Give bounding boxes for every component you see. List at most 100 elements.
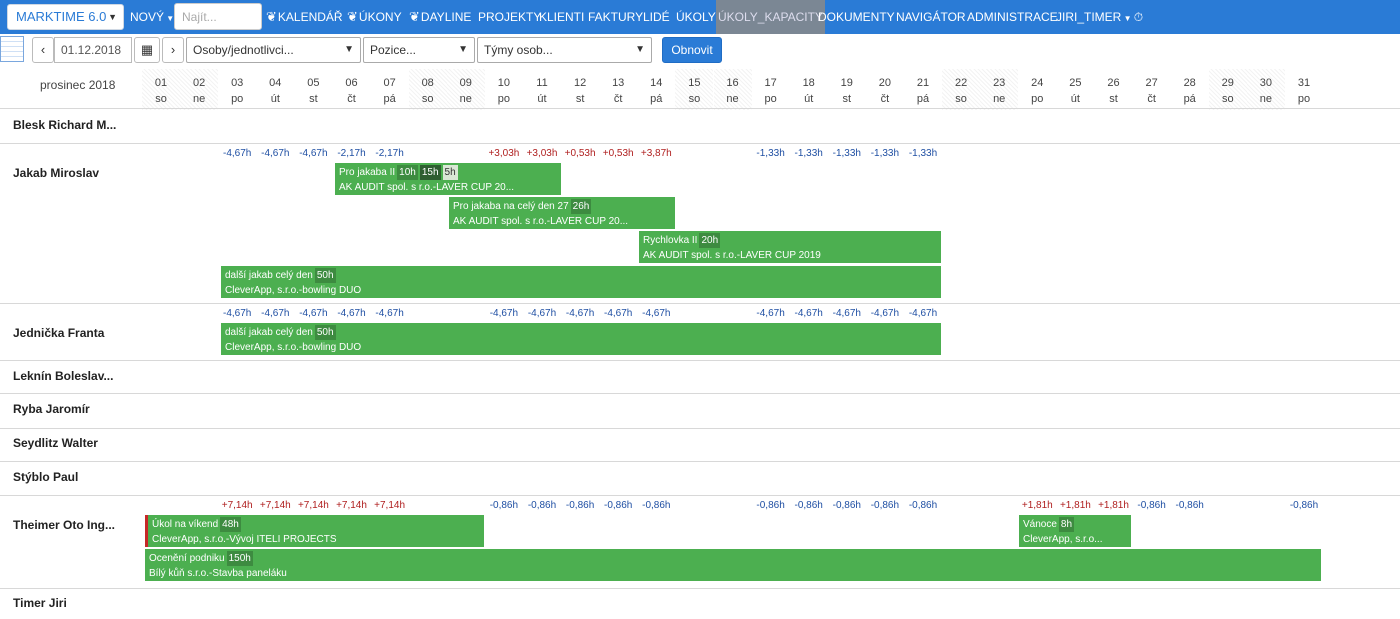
nav-user-menu[interactable]: JIRI_TIMER ▼ ⏱: [1056, 0, 1143, 34]
task-project: Bílý kůň s.r.o.-Stavba paneláku: [149, 568, 287, 579]
teams-select-value: Týmy osob...: [484, 43, 553, 57]
capacity-value: -4,67h: [261, 308, 290, 319]
capacity-value: -4,67h: [337, 308, 366, 319]
day-number: 22: [954, 77, 968, 89]
task-bar[interactable]: Pro jakaba na celý den 27 26h AK AUDIT spo…: [449, 197, 675, 229]
task-hours-badge: 48h: [220, 517, 241, 532]
nav-administrace-label: ADMINISTRACE: [967, 10, 1058, 24]
day-column-header: 30 ne: [1246, 69, 1285, 110]
capacity-value: +0,53h: [602, 148, 634, 159]
capacity-value: -0,86h: [642, 500, 671, 511]
nav-kalendar[interactable]: ❦KALENDÁŘ: [266, 0, 343, 34]
nav-lide-label: LIDÉ: [643, 10, 670, 24]
task-project: CleverApp, s.r.o...: [1023, 534, 1103, 545]
nav-dokumenty-label: DOKUMENTY: [818, 10, 895, 24]
task-title: Rychlovka II: [643, 235, 698, 246]
day-column-header: 17 po: [752, 69, 790, 110]
nav-klienti[interactable]: KLIENTI: [539, 0, 584, 34]
person-name[interactable]: Theimer Oto Ing...: [13, 518, 115, 532]
person-name[interactable]: Timer Jiri: [13, 596, 67, 610]
next-date-button[interactable]: ›: [162, 37, 184, 63]
new-menu-label: NOVÝ: [130, 10, 165, 24]
person-name[interactable]: Seydlitz Walter: [13, 436, 98, 450]
person-name[interactable]: Leknín Boleslav...: [13, 369, 113, 383]
leaf-icon: ❦: [409, 9, 420, 24]
capacity-value: -4,67h: [299, 308, 328, 319]
person-name[interactable]: Blesk Richard M...: [13, 118, 116, 132]
day-column-header: 13 čt: [599, 69, 637, 110]
day-number: 16: [726, 77, 739, 89]
person-name[interactable]: Stýblo Paul: [13, 470, 78, 484]
day-number: 13: [612, 77, 625, 89]
task-bar[interactable]: další jakab celý den 50h CleverApp, s.r.o.…: [221, 266, 941, 298]
capacity-value: -0,86h: [565, 500, 595, 511]
nav-ukoly-kapacity-label: ÚKOLY_KAPACITY: [718, 10, 823, 24]
task-project: AK AUDIT spol. s r.o.-LAVER CUP 20...: [339, 182, 515, 193]
brand-dropdown[interactable]: MARKTIME 6.0 ▼: [7, 4, 124, 30]
capacity-value: +0,53h: [564, 148, 596, 159]
people-select[interactable]: Osoby/jednotlivci... ▼: [186, 37, 361, 63]
capacity-value: +7,14h: [374, 500, 406, 511]
day-column-header: 06 čt: [333, 69, 371, 110]
person-name[interactable]: Jednička Franta: [13, 326, 104, 340]
day-column-header: 12 st: [561, 69, 599, 110]
calendar-icon: ▦: [140, 42, 154, 57]
capacity-value: -0,86h: [1175, 500, 1204, 511]
chevron-down-icon: ▼: [108, 12, 117, 22]
nav-ukoly-kapacity[interactable]: ÚKOLY_KAPACITY: [716, 0, 825, 34]
nav-dokumenty[interactable]: DOKUMENTY: [818, 0, 895, 34]
task-bar[interactable]: Ocenění podniku 150h Bílý kůň s.r.o.-Stavb…: [145, 549, 1321, 581]
capacity-value: -0,86h: [908, 500, 938, 511]
refresh-label: Obnovit: [671, 43, 713, 57]
position-select-value: Pozice...: [370, 43, 417, 57]
nav-projekty[interactable]: PROJEKTY: [478, 0, 541, 34]
task-bar[interactable]: Pro jakaba II 10h 15h 5h AK AUDIT spol. s r.…: [335, 163, 561, 195]
nav-ukony[interactable]: ❦ÚKONY: [347, 0, 402, 34]
capacity-value: -1,33h: [908, 148, 938, 159]
calendar-grid-icon[interactable]: [0, 36, 24, 62]
day-number: 23: [993, 77, 1006, 89]
task-bar[interactable]: Vánoce 8h CleverApp, s.r.o...: [1019, 515, 1131, 547]
task-hours-badge: 8h: [1058, 517, 1075, 532]
day-column-header: 27 čt: [1133, 69, 1171, 110]
capacity-value: -0,86h: [489, 500, 519, 511]
day-weekday: ne: [1259, 93, 1273, 105]
position-select[interactable]: Pozice... ▼: [363, 37, 475, 63]
day-number: 06: [345, 77, 358, 89]
person-name[interactable]: Ryba Jaromír: [13, 402, 90, 416]
nav-navigator[interactable]: NAVIGÁTOR: [896, 0, 966, 34]
teams-select[interactable]: Týmy osob... ▼: [477, 37, 652, 63]
capacity-value: +3,03h: [488, 148, 520, 159]
day-weekday: st: [309, 93, 318, 105]
new-menu[interactable]: NOVÝ ▼: [130, 0, 174, 34]
person-name[interactable]: Jakab Miroslav: [13, 166, 99, 180]
capacity-value: -2,17h: [375, 148, 404, 159]
day-column-header: 14 pá: [637, 69, 675, 110]
nav-administrace[interactable]: ADMINISTRACE: [967, 0, 1058, 34]
prev-date-button[interactable]: ‹: [32, 37, 54, 63]
capacity-value: -4,67h: [489, 308, 519, 319]
nav-projekty-label: PROJEKTY: [478, 10, 542, 24]
search-input[interactable]: [174, 3, 262, 30]
nav-dayline[interactable]: ❦DAYLINE: [409, 0, 471, 34]
day-weekday: pá: [650, 93, 663, 105]
day-weekday: út: [1070, 93, 1080, 105]
task-title: Pro jakaba II: [339, 167, 396, 178]
refresh-button[interactable]: Obnovit: [662, 37, 722, 63]
stopwatch-icon[interactable]: ⏱: [1134, 10, 1143, 24]
task-bar[interactable]: Úkol na víkend 48h CleverApp, s.r.o.-Vývoj…: [145, 515, 484, 547]
task-title: Pro jakaba na celý den 27: [453, 201, 569, 212]
task-bar[interactable]: další jakab celý den 50h CleverApp, s.r.o.…: [221, 323, 941, 355]
task-bar[interactable]: Rychlovka II 20h AK AUDIT spol. s r.o.-LAV…: [639, 231, 941, 263]
day-weekday: st: [575, 93, 585, 105]
day-weekday: pá: [1183, 93, 1196, 105]
day-weekday: pá: [383, 93, 396, 105]
capacity-value: -4,67h: [908, 308, 938, 319]
day-weekday: ne: [459, 93, 472, 105]
date-field[interactable]: [54, 37, 132, 63]
day-weekday: po: [1031, 93, 1044, 105]
nav-lide[interactable]: LIDÉ: [643, 0, 670, 34]
date-picker-button[interactable]: ▦: [134, 37, 160, 63]
nav-faktury[interactable]: FAKTURY: [588, 0, 643, 34]
nav-ukoly[interactable]: ÚKOLY: [676, 0, 716, 34]
